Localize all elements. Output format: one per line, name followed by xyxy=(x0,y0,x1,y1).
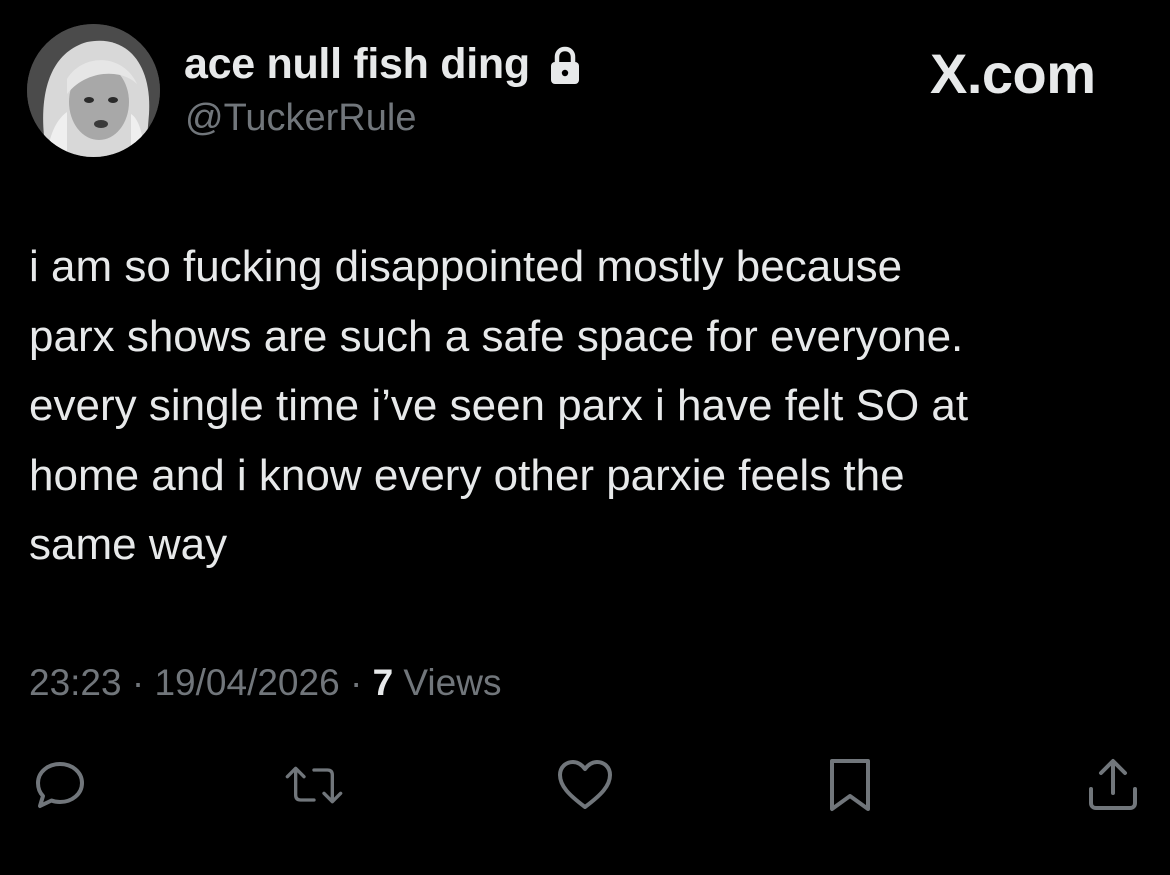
display-name[interactable]: ace null fish ding xyxy=(184,38,530,90)
like-button[interactable] xyxy=(555,755,615,815)
heart-icon xyxy=(558,760,612,809)
brand-text: X.com xyxy=(930,42,1096,105)
avatar-photo xyxy=(27,24,160,157)
tweet-time[interactable]: 23:23 xyxy=(29,662,122,703)
views-label: Views xyxy=(393,662,502,703)
bookmark-button[interactable] xyxy=(820,755,880,815)
handle[interactable]: @TuckerRule xyxy=(185,95,416,141)
repost-button[interactable] xyxy=(284,755,344,815)
share-icon xyxy=(1089,759,1137,810)
views-count[interactable]: 7 xyxy=(373,662,394,703)
avatar[interactable] xyxy=(27,24,160,157)
x-com-logo: X.com xyxy=(930,44,1096,104)
reply-button[interactable] xyxy=(30,755,90,815)
bookmark-icon xyxy=(830,759,870,811)
share-button[interactable] xyxy=(1083,755,1143,815)
reply-icon xyxy=(36,762,84,808)
meta-separator: · xyxy=(339,662,373,703)
tweet-meta: 23:23 · 19/04/2026 · 7 Views xyxy=(29,660,501,706)
lock-icon xyxy=(551,46,579,84)
tweet-text: i am so fucking disappointed mostly beca… xyxy=(29,242,969,569)
tweet-date[interactable]: 19/04/2026 xyxy=(154,662,339,703)
repost-icon xyxy=(285,766,343,804)
meta-separator: · xyxy=(121,662,155,703)
